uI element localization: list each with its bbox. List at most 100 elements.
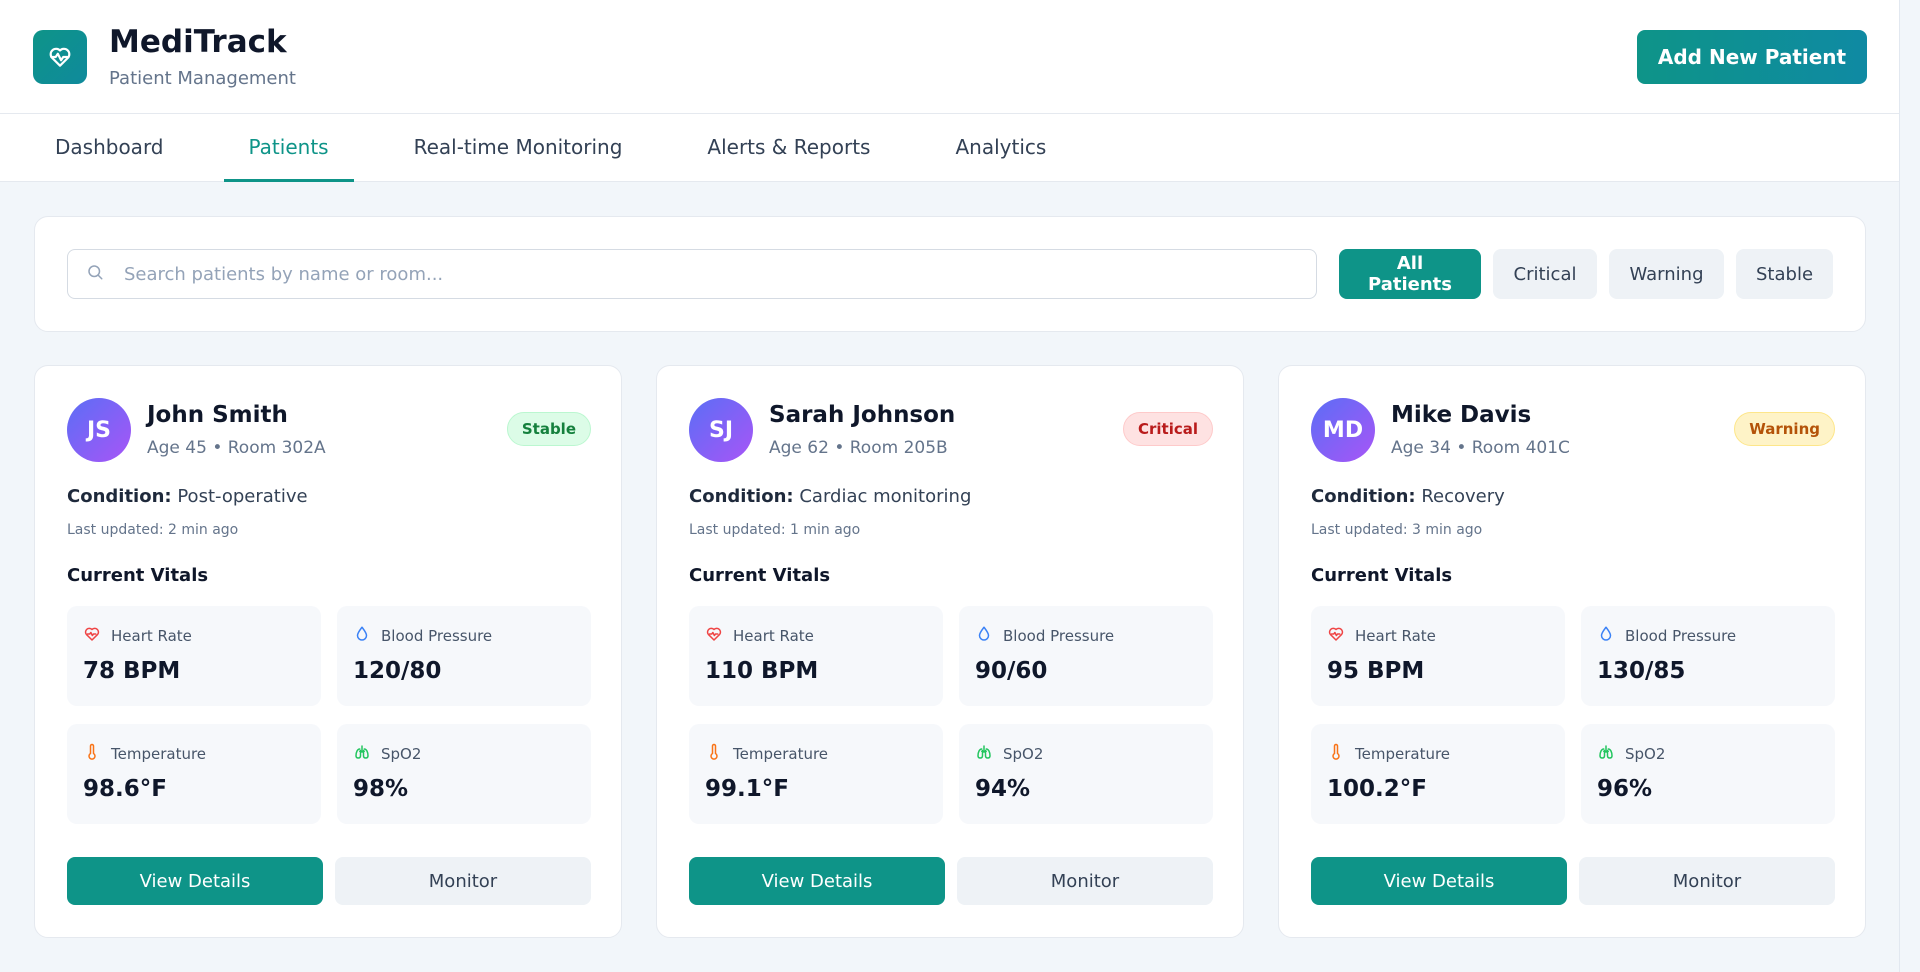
tab-real-time-monitoring[interactable]: Real-time Monitoring [389,114,648,182]
vital-label: Blood Pressure [1625,627,1737,645]
condition-value: Post-operative [177,486,308,507]
monitor-button[interactable]: Monitor [957,857,1213,905]
last-updated: Last updated: 1 min ago [689,522,861,538]
vital-value: 96% [1597,776,1653,802]
tab-patients[interactable]: Patients [223,114,354,182]
vital-label: Temperature [1355,745,1451,763]
vital-label: Heart Rate [111,627,192,645]
app-subtitle: Patient Management [109,68,296,89]
vital-value: 94% [975,776,1031,802]
vital-blood-pressure: Blood Pressure 130/85 [1581,606,1835,706]
patient-meta: Age 34 • Room 401C [1391,438,1570,458]
filter-warning[interactable]: Warning [1609,249,1724,299]
vital-label: Heart Rate [1355,627,1436,645]
heart-icon [83,625,101,647]
vital-heart-rate: Heart Rate 78 BPM [67,606,321,706]
droplet-icon [353,625,371,647]
vital-label: Blood Pressure [1003,627,1115,645]
patient-meta: Age 62 • Room 205B [769,438,948,458]
vital-label: Temperature [111,745,207,763]
add-new-patient-button[interactable]: Add New Patient [1637,29,1867,84]
avatar: MD [1311,398,1375,462]
vital-value: 130/85 [1597,658,1686,684]
vital-label: Temperature [733,745,829,763]
vital-value: 99.1°F [705,776,789,802]
vital-heart-rate: Heart Rate 110 BPM [689,606,943,706]
filter-stable[interactable]: Stable [1736,249,1833,299]
tab-dashboard[interactable]: Dashboard [30,114,189,182]
patient-card: JS John Smith Age 45 • Room 302A Stable … [34,365,622,938]
vital-blood-pressure: Blood Pressure 120/80 [337,606,591,706]
avatar: SJ [689,398,753,462]
vital-label: SpO2 [1003,745,1044,763]
search-box[interactable] [67,249,1317,299]
vital-value: 110 BPM [705,658,819,684]
tab-analytics[interactable]: Analytics [930,114,1071,182]
last-updated: Last updated: 3 min ago [1311,522,1483,538]
vital-value: 100.2°F [1327,776,1427,802]
view-details-button[interactable]: View Details [689,857,945,905]
patient-name: Mike Davis [1391,402,1532,428]
tab-alerts-reports[interactable]: Alerts & Reports [682,114,895,182]
droplet-icon [975,625,993,647]
search-icon [86,263,104,285]
heart-pulse-logo-icon [33,29,87,84]
vital-value: 98.6°F [83,776,167,802]
vital-value: 95 BPM [1327,658,1425,684]
filter-all-patients[interactable]: All Patients [1339,249,1481,299]
vital-label: SpO2 [381,745,422,763]
heart-icon [1327,625,1345,647]
condition: Condition: Post-operative [67,486,308,507]
condition-value: Recovery [1421,486,1505,507]
lungs-icon [975,743,993,765]
condition: Condition: Cardiac monitoring [689,486,971,507]
vital-value: 98% [353,776,409,802]
thermometer-icon [83,743,101,765]
patient-card-header: MD Mike Davis Age 34 • Room 401C Warning [1311,398,1835,464]
vital-value: 120/80 [353,658,442,684]
patient-card-header: JS John Smith Age 45 • Room 302A Stable [67,398,591,464]
vital-heart-rate: Heart Rate 95 BPM [1311,606,1565,706]
vitals-title: Current Vitals [1311,565,1453,586]
condition-label: Condition: [1311,486,1416,507]
vitals-title: Current Vitals [689,565,831,586]
lungs-icon [353,743,371,765]
filter-critical[interactable]: Critical [1493,249,1597,299]
avatar: JS [67,398,131,462]
heart-icon [705,625,723,647]
condition-label: Condition: [67,486,172,507]
vital-spo2: SpO2 98% [337,724,591,824]
monitor-button[interactable]: Monitor [1579,857,1835,905]
vital-spo2: SpO2 94% [959,724,1213,824]
droplet-icon [1597,625,1615,647]
search-input[interactable] [124,263,1274,285]
brand: MediTrack Patient Management [33,24,296,89]
header: MediTrack Patient Management Add New Pat… [0,0,1899,114]
lungs-icon [1597,743,1615,765]
thermometer-icon [705,743,723,765]
patient-card: SJ Sarah Johnson Age 62 • Room 205B Crit… [656,365,1244,938]
vital-temperature: Temperature 100.2°F [1311,724,1565,824]
nav-tabs: Dashboard Patients Real-time Monitoring … [0,114,1899,182]
thermometer-icon [1327,743,1345,765]
vital-label: Heart Rate [733,627,814,645]
status-badge: Warning [1734,412,1835,446]
view-details-button[interactable]: View Details [67,857,323,905]
patient-meta: Age 45 • Room 302A [147,438,326,458]
vital-blood-pressure: Blood Pressure 90/60 [959,606,1213,706]
view-details-button[interactable]: View Details [1311,857,1567,905]
condition-label: Condition: [689,486,794,507]
last-updated: Last updated: 2 min ago [67,522,239,538]
condition: Condition: Recovery [1311,486,1505,507]
vital-value: 90/60 [975,658,1048,684]
vital-label: Blood Pressure [381,627,493,645]
patient-card-header: SJ Sarah Johnson Age 62 • Room 205B Crit… [689,398,1213,464]
patient-name: Sarah Johnson [769,402,956,428]
condition-value: Cardiac monitoring [799,486,972,507]
monitor-button[interactable]: Monitor [335,857,591,905]
status-badge: Critical [1122,412,1213,446]
status-badge: Stable [506,412,591,446]
app-window: MediTrack Patient Management Add New Pat… [0,0,1900,972]
vital-temperature: Temperature 98.6°F [67,724,321,824]
vital-temperature: Temperature 99.1°F [689,724,943,824]
